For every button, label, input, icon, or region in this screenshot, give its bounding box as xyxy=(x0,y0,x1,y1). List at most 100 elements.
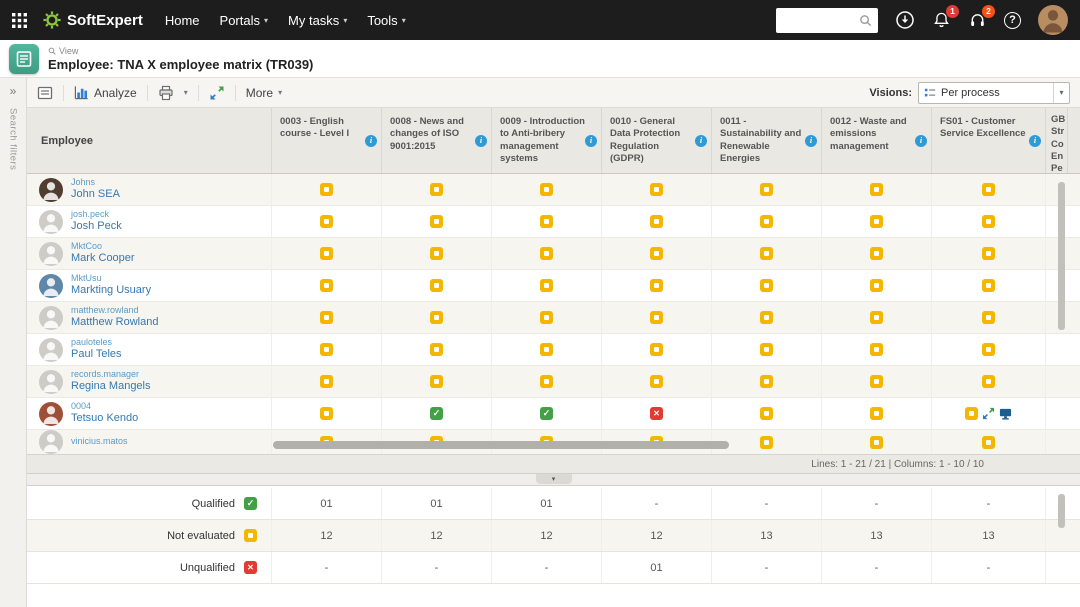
not-evaluated-icon[interactable] xyxy=(540,279,553,292)
matrix-cell[interactable] xyxy=(931,398,1045,429)
not-evaluated-icon[interactable] xyxy=(760,311,773,324)
brand-logo[interactable]: SoftExpert xyxy=(43,11,143,29)
not-evaluated-icon[interactable] xyxy=(870,407,883,420)
matrix-cell[interactable] xyxy=(381,398,491,429)
employee-username-link[interactable]: pauloteles xyxy=(71,337,122,348)
not-evaluated-icon[interactable] xyxy=(430,247,443,260)
employee-username-link[interactable]: matthew.rowland xyxy=(71,305,158,316)
matrix-cell[interactable] xyxy=(821,206,931,237)
matrix-cell[interactable] xyxy=(381,270,491,301)
table-row[interactable]: JohnsJohn SEA xyxy=(27,174,1080,206)
not-evaluated-icon[interactable] xyxy=(320,407,333,420)
not-evaluated-icon[interactable] xyxy=(430,183,443,196)
matrix-cell[interactable] xyxy=(931,302,1045,333)
matrix-cell[interactable] xyxy=(601,206,711,237)
search-filters-panel[interactable]: » Search filters xyxy=(0,78,27,607)
column-header[interactable]: 0011 - Sustainability and Renewable Ener… xyxy=(711,108,821,173)
column-header[interactable]: 0010 - General Data Protection Regulatio… xyxy=(601,108,711,173)
employee-name-link[interactable]: Josh Peck xyxy=(71,220,122,234)
matrix-cell[interactable] xyxy=(821,334,931,365)
not-evaluated-icon[interactable] xyxy=(760,407,773,420)
matrix-cell[interactable] xyxy=(271,270,381,301)
search-icon[interactable] xyxy=(859,14,872,27)
matrix-cell[interactable] xyxy=(821,430,931,454)
unqualified-icon[interactable] xyxy=(244,561,257,574)
not-evaluated-icon[interactable] xyxy=(650,247,663,260)
apps-grid-icon[interactable] xyxy=(12,13,27,28)
employee-name-link[interactable]: Regina Mangels xyxy=(71,380,151,394)
matrix-cell[interactable] xyxy=(491,398,601,429)
matrix-cell[interactable] xyxy=(711,238,821,269)
column-header[interactable]: 0008 - News and changes of ISO 9001:2015… xyxy=(381,108,491,173)
not-evaluated-icon[interactable] xyxy=(870,183,883,196)
table-row[interactable]: records.managerRegina Mangels xyxy=(27,366,1080,398)
info-icon[interactable]: i xyxy=(475,135,487,147)
matrix-cell[interactable] xyxy=(601,238,711,269)
search-input[interactable] xyxy=(782,12,855,28)
not-evaluated-icon[interactable] xyxy=(982,215,995,228)
not-evaluated-icon[interactable] xyxy=(870,343,883,356)
qualified-icon[interactable] xyxy=(540,407,553,420)
table-row[interactable]: MktCooMark Cooper xyxy=(27,238,1080,270)
employee-username-link[interactable]: MktUsu xyxy=(71,273,151,284)
unqualified-icon[interactable] xyxy=(650,407,663,420)
employee-name-link[interactable]: John SEA xyxy=(71,188,120,202)
employee-name-link[interactable]: Paul Teles xyxy=(71,348,122,362)
column-header[interactable]: 0009 - Introduction to Anti-bribery mana… xyxy=(491,108,601,173)
matrix-cell[interactable] xyxy=(491,174,601,205)
not-evaluated-icon[interactable] xyxy=(320,183,333,196)
employee-name-link[interactable]: Matthew Rowland xyxy=(71,316,158,330)
not-evaluated-icon[interactable] xyxy=(982,311,995,324)
employee-username-link[interactable]: MktCoo xyxy=(71,241,135,252)
not-evaluated-icon[interactable] xyxy=(540,343,553,356)
not-evaluated-icon[interactable] xyxy=(760,375,773,388)
table-row[interactable]: matthew.rowlandMatthew Rowland xyxy=(27,302,1080,334)
matrix-cell[interactable] xyxy=(491,334,601,365)
nav-portals[interactable]: Portals▾ xyxy=(220,13,268,28)
matrix-cell[interactable] xyxy=(711,398,821,429)
not-evaluated-icon[interactable] xyxy=(540,215,553,228)
matrix-cell[interactable] xyxy=(601,366,711,397)
matrix-cell[interactable] xyxy=(821,238,931,269)
matrix-cell[interactable] xyxy=(931,206,1045,237)
not-evaluated-icon[interactable] xyxy=(430,343,443,356)
not-evaluated-icon[interactable] xyxy=(650,215,663,228)
matrix-cell[interactable] xyxy=(601,302,711,333)
matrix-cell[interactable] xyxy=(381,366,491,397)
not-evaluated-icon[interactable] xyxy=(965,407,978,420)
info-icon[interactable]: i xyxy=(915,135,927,147)
employee-name-link[interactable]: Mark Cooper xyxy=(71,252,135,266)
not-evaluated-icon[interactable] xyxy=(870,247,883,260)
caret-down-icon[interactable]: ▾ xyxy=(1053,83,1069,103)
not-evaluated-icon[interactable] xyxy=(430,375,443,388)
more-button[interactable]: More ▾ xyxy=(246,86,282,100)
help-icon[interactable]: ? xyxy=(1004,12,1021,29)
matrix-cell[interactable] xyxy=(711,366,821,397)
monitor-icon[interactable] xyxy=(999,407,1012,420)
not-evaluated-icon[interactable] xyxy=(540,311,553,324)
table-row[interactable]: 0004Tetsuo Kendo xyxy=(27,398,1080,430)
matrix-cell[interactable] xyxy=(931,334,1045,365)
not-evaluated-icon[interactable] xyxy=(870,311,883,324)
nav-home[interactable]: Home xyxy=(165,13,200,28)
matrix-cell[interactable] xyxy=(491,366,601,397)
matrix-cell[interactable] xyxy=(931,430,1045,454)
not-evaluated-icon[interactable] xyxy=(760,183,773,196)
vertical-scrollbar[interactable] xyxy=(1058,494,1065,528)
matrix-cell[interactable] xyxy=(381,206,491,237)
info-icon[interactable]: i xyxy=(1029,135,1041,147)
not-evaluated-icon[interactable] xyxy=(650,343,663,356)
table-row[interactable]: paulotelesPaul Teles xyxy=(27,334,1080,366)
not-evaluated-icon[interactable] xyxy=(320,247,333,260)
card-view-button[interactable] xyxy=(37,85,53,101)
splitter-handle[interactable]: ▾ xyxy=(536,474,572,484)
support-headset-icon[interactable]: 2 xyxy=(968,11,987,30)
notifications-bell-icon[interactable]: 1 xyxy=(932,11,951,30)
employee-name-link[interactable]: Tetsuo Kendo xyxy=(71,412,138,426)
matrix-cell[interactable] xyxy=(491,302,601,333)
matrix-cell[interactable] xyxy=(711,206,821,237)
employee-username-link[interactable]: vinicius.matos xyxy=(71,436,128,447)
column-header[interactable]: GB Str Co En Pe xyxy=(1045,108,1067,173)
nav-my-tasks[interactable]: My tasks▾ xyxy=(288,13,347,28)
matrix-cell[interactable] xyxy=(601,334,711,365)
